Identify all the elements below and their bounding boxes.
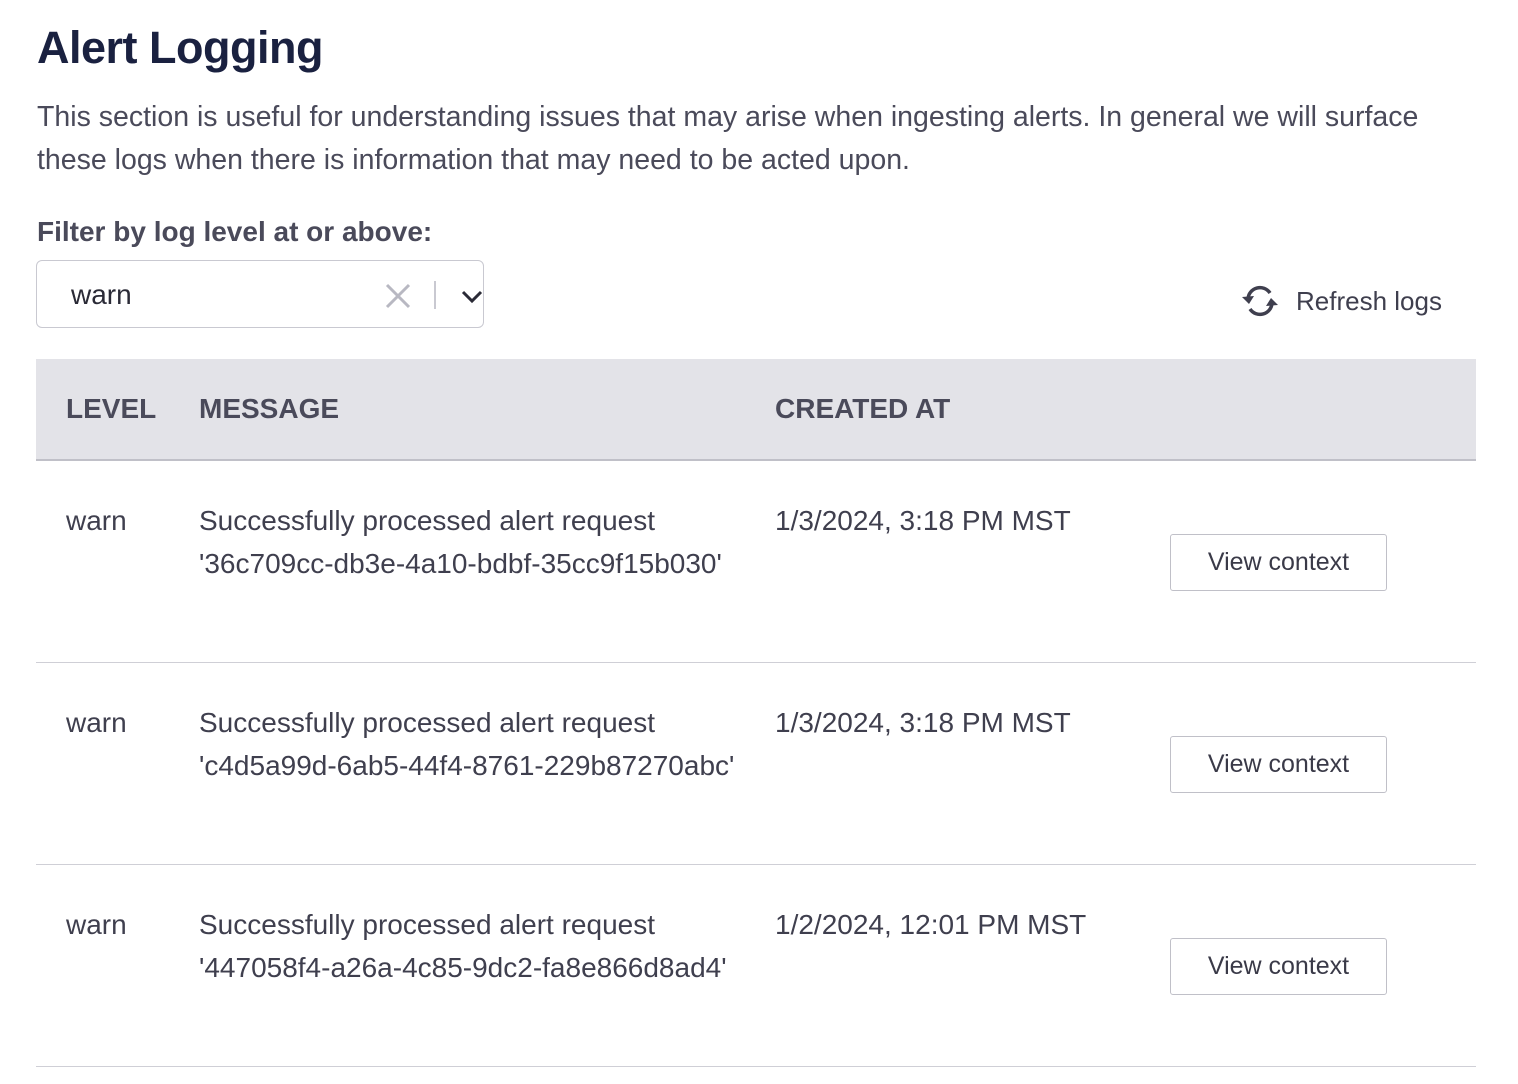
logs-table: LEVEL MESSAGE CREATED AT warn Successful… [36,359,1476,1067]
cell-action: View context [1170,662,1476,864]
cell-created-at: 1/2/2024, 12:01 PM MST [775,908,1087,940]
view-context-button[interactable]: View context [1170,735,1387,793]
cell-message: Successfully processed alert request 'c4… [199,706,735,781]
page-description: This section is useful for understanding… [37,101,1419,176]
table-header-row: LEVEL MESSAGE CREATED AT [36,359,1476,460]
filter-label: Filter by log level at or above: [37,216,433,247]
close-icon[interactable] [383,281,413,311]
table-row: warn Successfully processed alert reques… [36,662,1476,864]
chevron-down-icon[interactable] [457,281,487,311]
header-level: LEVEL [66,393,157,424]
cell-action: View context [1170,864,1476,1066]
view-context-button[interactable]: View context [1170,534,1387,591]
header-created-at: CREATED AT [775,393,951,424]
refresh-logs-button[interactable]: Refresh logs [1240,284,1442,318]
page-title: Alert Logging [37,22,323,73]
log-level-value: warn [71,279,132,310]
cell-created-at: 1/3/2024, 3:18 PM MST [775,706,1071,738]
view-context-button[interactable]: View context [1170,937,1387,995]
cell-level: warn [66,505,127,536]
table-row: warn Successfully processed alert reques… [36,460,1476,662]
refresh-icon [1242,285,1278,317]
cell-action: View context [1170,460,1476,662]
cell-level: warn [66,908,127,940]
header-message: MESSAGE [199,393,340,424]
cell-created-at: 1/3/2024, 3:18 PM MST [775,505,1071,536]
select-separator [434,281,436,309]
log-level-select[interactable]: warn [36,260,484,328]
cell-message: Successfully processed alert request '44… [199,908,727,983]
refresh-logs-label: Refresh logs [1296,285,1442,316]
header-actions [1170,359,1476,460]
cell-message: Successfully processed alert request '36… [199,505,722,579]
cell-level: warn [66,706,127,738]
table-row: warn Successfully processed alert reques… [36,864,1476,1066]
